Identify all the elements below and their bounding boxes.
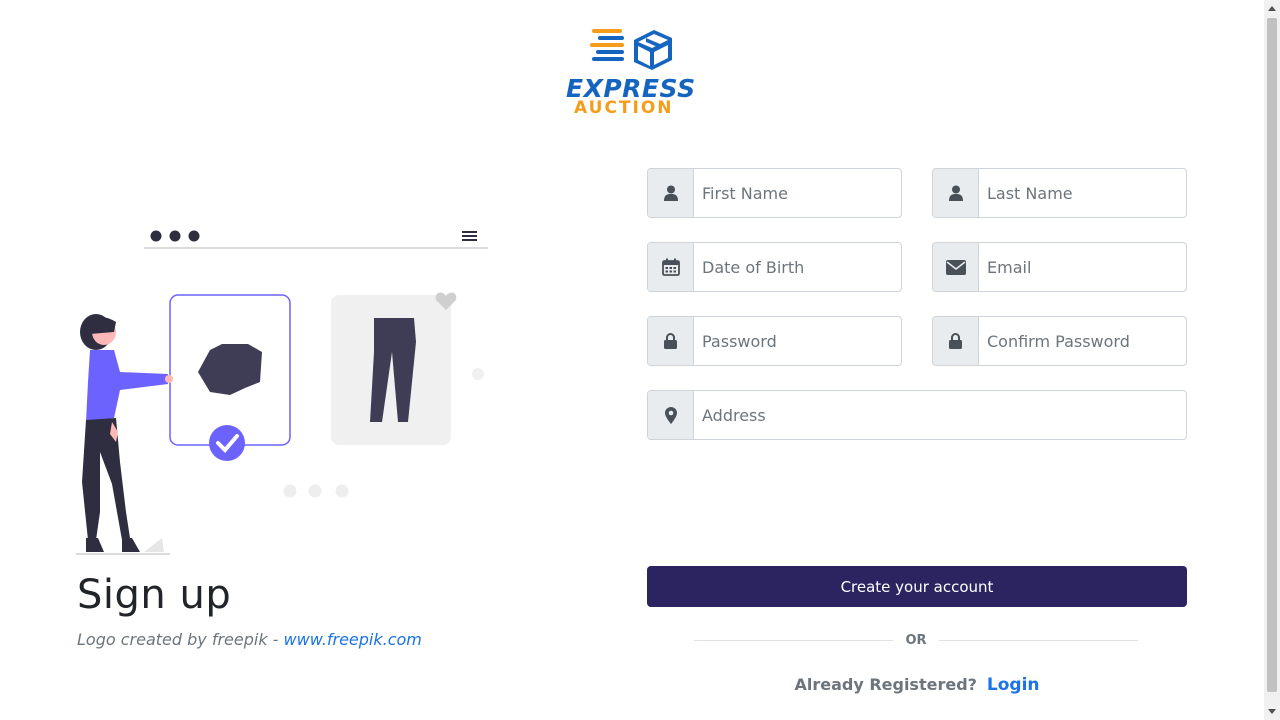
- scroll-up-arrow-icon[interactable]: [1268, 6, 1276, 11]
- page-title: Sign up: [77, 572, 232, 618]
- email-group: [932, 242, 1187, 292]
- lock-icon: [933, 317, 979, 365]
- first-name-input[interactable]: [694, 169, 901, 217]
- already-registered-row: Already Registered? Login: [647, 675, 1187, 695]
- vertical-scrollbar[interactable]: [1264, 0, 1280, 720]
- address-input[interactable]: [694, 391, 1186, 439]
- calendar-icon: [648, 243, 694, 291]
- user-icon: [648, 169, 694, 217]
- password-input[interactable]: [694, 317, 901, 365]
- dob-group: [647, 242, 902, 292]
- password-group: [647, 316, 902, 366]
- signup-illustration: [76, 230, 488, 555]
- logo-text-auction: AUCTION: [574, 98, 674, 118]
- logo-credit: Logo created by freepik - www.freepik.co…: [77, 630, 422, 649]
- lock-icon: [648, 317, 694, 365]
- already-registered-text: Already Registered?: [794, 675, 977, 694]
- create-account-button[interactable]: Create your account: [647, 566, 1187, 607]
- envelope-icon: [933, 243, 979, 291]
- divider-line-right: [938, 639, 1138, 641]
- email-input[interactable]: [979, 243, 1186, 291]
- scroll-down-arrow-icon[interactable]: [1268, 709, 1276, 714]
- or-divider: OR: [694, 630, 1138, 650]
- date-of-birth-input[interactable]: [694, 243, 901, 291]
- last-name-input[interactable]: [979, 169, 1186, 217]
- or-label: OR: [905, 632, 927, 648]
- map-marker-icon: [648, 391, 694, 439]
- login-link[interactable]: Login: [987, 675, 1040, 695]
- signup-page: EXPRESS AUCTION Sign up Logo created by …: [0, 0, 1280, 720]
- scrollbar-thumb[interactable]: [1267, 18, 1277, 692]
- express-auction-logo: EXPRESS AUCTION: [562, 24, 702, 120]
- logo-box-icon: [590, 29, 672, 70]
- credit-text: Logo created by freepik -: [77, 630, 284, 649]
- first-name-group: [647, 168, 902, 218]
- last-name-group: [932, 168, 1187, 218]
- confirm-password-input[interactable]: [979, 317, 1186, 365]
- user-icon: [933, 169, 979, 217]
- divider-line-left: [694, 639, 894, 641]
- freepik-link[interactable]: www.freepik.com: [284, 630, 422, 649]
- address-group: [647, 390, 1187, 440]
- confirm-password-group: [932, 316, 1187, 366]
